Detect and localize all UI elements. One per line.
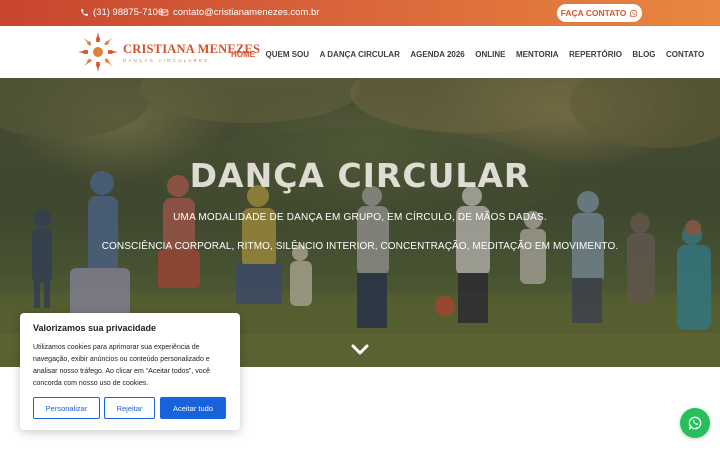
cookie-buttons: Personalizar Rejeitar Aceitar tudo (33, 397, 226, 419)
customize-button[interactable]: Personalizar (33, 397, 100, 419)
nav-item-mentoria[interactable]: MENTORIA (516, 50, 559, 59)
phone-number: (31) 98875-7106 (93, 7, 164, 18)
nav-item-blog[interactable]: BLOG (632, 50, 655, 59)
whatsapp-float-button[interactable] (680, 408, 710, 438)
accept-all-button[interactable]: Aceitar tudo (160, 397, 226, 419)
main-nav: HOME QUEM SOU A DANÇA CIRCULAR AGENDA 20… (231, 50, 715, 59)
phone-contact[interactable]: (31) 98875-7106 (80, 7, 163, 18)
chevron-down-icon[interactable] (351, 344, 369, 356)
nav-item-home[interactable]: HOME (231, 50, 255, 59)
contact-cta-button[interactable]: FAÇA CONTATO (557, 4, 642, 22)
nav-item-online[interactable]: ONLINE (475, 50, 505, 59)
cookie-consent-dialog: Valorizamos sua privacidade Utilizamos c… (20, 313, 240, 430)
phone-icon (81, 9, 88, 16)
top-bar: (31) 98875-7106 contato@cristianamenezes… (0, 0, 720, 26)
contact-cta-label: FAÇA CONTATO (560, 8, 627, 18)
hero-title: DANÇA CIRCULAR (189, 156, 531, 195)
nav-item-repertorio[interactable]: REPERTÓRIO (569, 50, 622, 59)
whatsapp-icon (688, 416, 702, 430)
sun-dancers-icon (78, 32, 118, 72)
whatsapp-icon (630, 9, 638, 17)
nav-item-contato[interactable]: CONTATO (666, 50, 704, 59)
hero-subtitle-2: CONSCIÊNCIA CORPORAL, RITMO, SILÊNCIO IN… (101, 241, 619, 252)
cookie-title: Valorizamos sua privacidade (33, 323, 157, 333)
nav-item-quem-sou[interactable]: QUEM SOU (266, 50, 310, 59)
site-header: CRISTIANA MENEZES DANÇAS CIRCULARES HOME… (0, 26, 720, 78)
nav-item-a-danca-circular[interactable]: A DANÇA CIRCULAR (320, 50, 400, 59)
cookie-text: Utilizamos cookies para aprimorar sua ex… (33, 344, 211, 387)
email-address: contato@cristianamenezes.com.br (173, 7, 320, 18)
mail-icon (160, 9, 169, 16)
reject-button[interactable]: Rejeitar (104, 397, 155, 419)
email-contact[interactable]: contato@cristianamenezes.com.br (160, 7, 319, 18)
hero-subtitle-1: UMA MODALIDADE DE DANÇA EM GRUPO, EM CÍR… (173, 212, 547, 223)
nav-item-agenda[interactable]: AGENDA 2026 (410, 50, 464, 59)
